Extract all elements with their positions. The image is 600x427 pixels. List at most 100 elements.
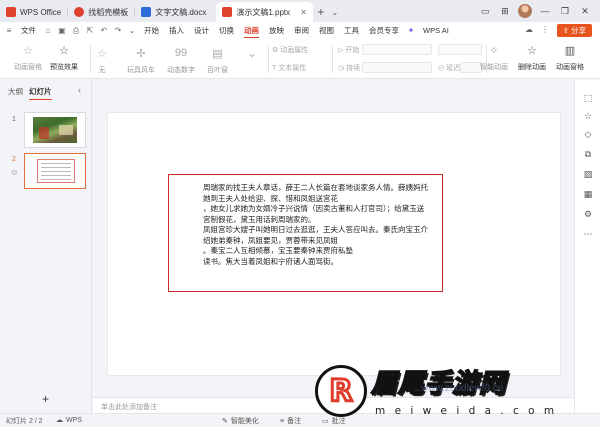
start-control[interactable]: ▷ 开始 (338, 45, 359, 55)
watermark-logo: R (315, 365, 367, 417)
menu-transition[interactable]: 切换 (216, 23, 237, 38)
tab-wps-office[interactable]: WPS Office (0, 2, 67, 22)
close-window-icon[interactable]: ✕ (578, 4, 592, 18)
beautify-icon: ✎ (222, 418, 228, 425)
share-label: 分享 (571, 26, 586, 35)
menu-file[interactable]: 文件 (18, 23, 39, 38)
select-icon[interactable]: ⬚ (582, 92, 594, 104)
delay-input[interactable] (460, 62, 482, 73)
menu-design[interactable]: 设计 (191, 23, 212, 38)
text-line: 绍她弟秦钟，凤姐要见，贾蓉带来见凤姐 (203, 235, 338, 245)
wps-ai-icon: ✦ (407, 26, 415, 35)
cloud-icon[interactable]: ☁ (524, 24, 534, 34)
menu-tools[interactable]: 工具 (341, 23, 362, 38)
effect-label: 无 (98, 67, 106, 74)
animation-pane-button[interactable]: ☆ 动画窗格 (14, 43, 42, 72)
delay-control[interactable]: ◴ 延迟 (438, 63, 460, 73)
animation-pane-right-button[interactable]: ▥ 动画窗格 (556, 43, 584, 72)
tab-outline[interactable]: 大纲 (8, 86, 23, 97)
menu-animation[interactable]: 动画 (241, 23, 262, 38)
settings-icon[interactable]: ⚙ (582, 208, 594, 220)
text-properties[interactable]: T 文本属性 (272, 63, 306, 73)
slides-panel: 大纲 幻灯片 ‹ 1 2 ✩ + (0, 80, 92, 413)
button-label: 动画窗格 (556, 64, 584, 71)
chevron-down-icon: ⌄ (247, 47, 257, 60)
tab-presentation[interactable]: 演示文稿1.pptx ✕ (216, 2, 313, 22)
menu-bar: ≡ 文件 ⌂ ▣ ⎙ ⇱ ↶ ↷ ⌄ 开始 插入 设计 切换 动画 放映 审阅 … (0, 22, 600, 39)
avatar[interactable] (518, 4, 532, 18)
watermark-logo-char: R (328, 372, 354, 410)
thumbnail-image (33, 117, 77, 143)
gallery-more[interactable]: ⌄ (245, 46, 259, 65)
tab-document[interactable]: 文字文稿.docx (135, 2, 212, 22)
open-folder-icon[interactable]: ⌂ (43, 26, 53, 36)
more-icon[interactable]: ⋯ (582, 228, 594, 240)
image-icon[interactable]: ▨ (582, 168, 594, 180)
save-icon[interactable]: ▣ (57, 26, 67, 36)
animation-star-icon[interactable]: ☆ (582, 110, 594, 122)
menu-home[interactable]: 开始 (141, 23, 162, 38)
print-icon[interactable]: ⎙ (71, 26, 81, 36)
menu-slideshow[interactable]: 放映 (266, 23, 287, 38)
menu-insert[interactable]: 插入 (166, 23, 187, 38)
notes-button[interactable]: ≡ 备注 (280, 416, 301, 426)
share-icon: ⇪ (562, 26, 569, 35)
undo-icon[interactable]: ↶ (99, 26, 109, 36)
layout-icon[interactable]: ▦ (582, 188, 594, 200)
text-line: 周瑞家的找王夫人章话，薛王二人长篇在套地谈家务人情。薛姨妈托 (203, 183, 428, 192)
new-tab-icon[interactable]: + (313, 2, 329, 22)
duration-control[interactable]: ◷ 持续 (338, 63, 360, 73)
slide-number: 2 (12, 156, 16, 163)
restore-icon[interactable]: ❐ (558, 4, 572, 18)
smart-beautify-button[interactable]: ✎ 智能美化 (222, 416, 259, 426)
smart-animation-button[interactable]: ✧ 智能动画 (480, 43, 508, 72)
slide-thumbnail-1[interactable] (24, 112, 86, 148)
multi-window-icon[interactable]: ▭ (478, 4, 492, 18)
grid-icon[interactable]: ⊞ (498, 4, 512, 18)
export-icon[interactable]: ⇱ (85, 26, 95, 36)
start-dropdown[interactable] (362, 44, 432, 55)
redo-icon[interactable]: ↷ (113, 26, 123, 36)
close-tab-icon[interactable]: ✕ (300, 8, 307, 17)
slide-number: 1 (12, 116, 16, 123)
chevron-down-icon[interactable]: ⌄ (127, 26, 137, 36)
star-icon: ☆ (97, 47, 107, 60)
delete-animation-button[interactable]: ☆ 删除动画 (518, 43, 546, 72)
delay-input-top[interactable] (438, 44, 482, 55)
delay-label: 延迟 (446, 65, 461, 72)
tab-slides[interactable]: 幻灯片 (29, 86, 52, 100)
effect-options[interactable]: ⚙ 动画属性 (272, 45, 308, 55)
animation-ribbon: ☆ 动画窗格 ☆ 预览效果 ☆ 无 ✢ 玩具风车 99 动态数字 ▤ 百叶窗 ⌄… (0, 39, 600, 79)
effect-pinwheel[interactable]: ✢ 玩具风车 (127, 46, 155, 75)
copy-icon[interactable]: ⧉ (582, 148, 594, 160)
text-box[interactable]: 周瑞家的找王夫人章话，薛王二人长篇在套地谈家务人情。薛姨妈托 她到王夫人处给迎、… (168, 174, 443, 292)
tab-template[interactable]: 找稻壳模板 (68, 2, 134, 22)
effect-dynamic-number[interactable]: 99 动态数字 (167, 46, 195, 75)
effect-none[interactable]: ☆ 无 (95, 46, 109, 75)
chevron-down-icon[interactable]: ⌄ (329, 2, 341, 22)
more-icon[interactable]: ⋮ (540, 24, 550, 34)
slide[interactable]: 周瑞家的找王夫人章话，薛王二人长篇在套地谈家务人情。薛姨妈托 她到王夫人处给迎、… (108, 113, 560, 375)
text-line: 她到王夫人处给迎、探、惜和凤姐送宫花 (203, 193, 338, 203)
menu-view[interactable]: 视图 (316, 23, 337, 38)
shapes-icon[interactable]: ◇ (582, 128, 594, 140)
duration-label: 持续 (346, 65, 361, 72)
menu-member[interactable]: 会员专享 (366, 23, 402, 38)
minimize-icon[interactable]: — (538, 4, 552, 18)
duration-dropdown[interactable] (362, 62, 432, 73)
settings-icon: ⚙ (272, 47, 279, 54)
effect-blinds[interactable]: ▤ 百叶窗 (207, 46, 228, 75)
hamburger-icon[interactable]: ≡ (4, 26, 14, 36)
add-slide-icon[interactable]: + (42, 392, 49, 406)
menu-review[interactable]: 审阅 (291, 23, 312, 38)
pinwheel-icon: ✢ (136, 47, 146, 60)
share-button[interactable]: ⇪ 分享 (556, 24, 592, 37)
watermark: R 眉尾手游网 www.zuodlewf8.cn m e i w e i d a… (315, 363, 600, 427)
slide-thumbnail-2[interactable] (24, 153, 86, 189)
collapse-panel-icon[interactable]: ‹ (78, 85, 81, 95)
tab-label: 文字文稿.docx (155, 7, 207, 17)
preview-effect-button[interactable]: ☆ 预览效果 (50, 43, 78, 72)
menu-wps-ai[interactable]: WPS AI (420, 23, 452, 38)
button-label: 动画窗格 (14, 64, 42, 71)
button-label: 智能动画 (480, 64, 508, 71)
